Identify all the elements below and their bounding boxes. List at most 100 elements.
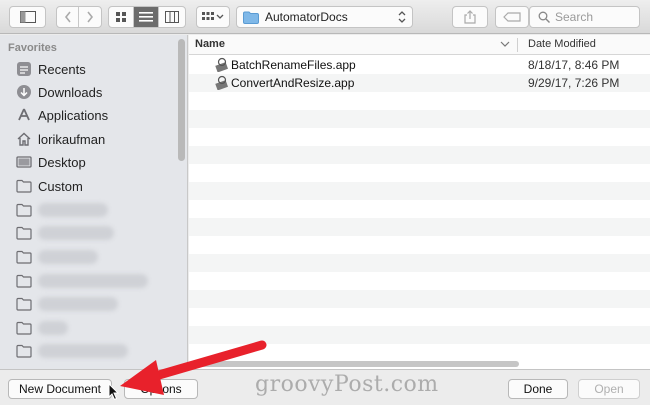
sidebar-item-redacted[interactable] — [16, 341, 32, 361]
redacted-label — [38, 344, 128, 358]
bottom-bar: groovyPost.com New Document Options Done… — [0, 369, 650, 405]
chevron-left-icon — [64, 11, 71, 23]
view-mode-control — [108, 6, 186, 28]
empty-row — [189, 128, 650, 146]
tag-icon — [503, 12, 521, 22]
automator-app-icon — [215, 57, 229, 72]
folder-icon — [16, 273, 32, 289]
chevron-right-icon — [87, 11, 94, 23]
watermark: groovyPost.com — [255, 372, 439, 397]
empty-row — [189, 236, 650, 254]
redacted-label — [38, 274, 148, 288]
sidebar-item-label: Applications — [38, 107, 109, 123]
redacted-label — [38, 226, 114, 240]
sidebar-item-redacted[interactable] — [16, 294, 32, 314]
sidebar-item-redacted[interactable] — [16, 247, 32, 267]
sidebar-section-title: Favorites — [8, 42, 57, 54]
column-view-button[interactable] — [159, 7, 184, 27]
empty-row — [189, 290, 650, 308]
column-divider[interactable] — [517, 38, 518, 52]
sidebar-scrollbar[interactable] — [178, 39, 185, 161]
sidebar-item-label: lorikaufman — [38, 131, 106, 147]
file-row[interactable]: ConvertAndResize.app 9/29/17, 7:26 PM — [189, 74, 650, 92]
column-date-header[interactable]: Date Modified — [528, 38, 596, 50]
empty-row — [189, 182, 650, 200]
options-button[interactable]: Options — [124, 379, 198, 399]
empty-row — [189, 344, 650, 362]
back-button[interactable] — [57, 7, 79, 27]
sidebar-item-redacted[interactable] — [16, 318, 32, 338]
sidebar-item-redacted[interactable] — [16, 200, 32, 220]
empty-row — [189, 146, 650, 164]
file-name: ConvertAndResize.app — [231, 76, 355, 90]
empty-row — [189, 272, 650, 290]
open-button[interactable]: Open — [578, 379, 640, 399]
sidebar-item-label: Desktop — [38, 154, 86, 170]
horizontal-scrollbar[interactable] — [189, 361, 519, 367]
empty-row — [189, 326, 650, 344]
open-file-dialog: AutomatorDocs Search Favorites Recents D… — [0, 0, 650, 405]
empty-row — [189, 218, 650, 236]
tag-button[interactable] — [495, 6, 529, 28]
search-field[interactable]: Search — [529, 6, 640, 28]
file-date: 9/29/17, 7:26 PM — [528, 76, 620, 90]
column-header: Name Date Modified — [189, 35, 650, 55]
list-icon — [139, 12, 153, 22]
icon-grid-icon — [116, 12, 126, 22]
done-button[interactable]: Done — [508, 379, 568, 399]
folder-icon — [16, 178, 32, 194]
redacted-label — [38, 250, 98, 264]
sidebar-item-label: Recents — [38, 61, 86, 77]
sidebar-icon — [19, 11, 36, 23]
toolbar: AutomatorDocs Search — [0, 0, 650, 34]
file-browser: Name Date Modified BatchRenameFiles.app … — [189, 35, 650, 369]
share-button[interactable] — [452, 6, 488, 28]
redacted-label — [38, 297, 118, 311]
columns-icon — [164, 11, 179, 23]
location-popup[interactable]: AutomatorDocs — [236, 6, 413, 28]
sidebar-item-label: Custom — [38, 178, 83, 194]
new-document-button[interactable]: New Document — [8, 379, 112, 399]
sidebar-item-home[interactable]: lorikaufman — [16, 129, 105, 149]
sidebar: Favorites Recents Downloads Applications… — [0, 35, 188, 369]
sidebar-item-redacted[interactable] — [16, 271, 32, 291]
folder-icon — [16, 296, 32, 312]
arrange-button[interactable] — [196, 6, 230, 28]
desktop-icon — [16, 154, 32, 170]
folder-icon — [16, 249, 32, 265]
folder-icon — [243, 11, 259, 24]
forward-button[interactable] — [79, 7, 101, 27]
applications-icon — [16, 107, 32, 123]
file-date: 8/18/17, 8:46 PM — [528, 58, 620, 72]
empty-row — [189, 308, 650, 326]
home-icon — [16, 131, 32, 147]
list-view-button[interactable] — [134, 7, 159, 27]
sidebar-item-applications[interactable]: Applications — [16, 105, 108, 125]
sidebar-item-recents[interactable]: Recents — [16, 59, 86, 79]
folder-icon — [16, 225, 32, 241]
sidebar-item-custom[interactable]: Custom — [16, 176, 83, 196]
downloads-icon — [16, 84, 32, 100]
sidebar-item-label: Downloads — [38, 84, 103, 100]
empty-row — [189, 110, 650, 128]
up-down-chevron-icon — [398, 11, 406, 23]
arrange-grid-icon — [202, 12, 224, 20]
empty-row — [189, 200, 650, 218]
redacted-label — [38, 321, 68, 335]
sidebar-item-desktop[interactable]: Desktop — [16, 152, 86, 172]
sidebar-toggle-button[interactable] — [9, 6, 46, 28]
empty-row — [189, 254, 650, 272]
empty-row — [189, 164, 650, 182]
share-icon — [464, 10, 476, 24]
folder-icon — [16, 320, 32, 336]
sidebar-item-redacted[interactable] — [16, 223, 32, 243]
empty-row — [189, 92, 650, 110]
sort-chevron-icon — [500, 41, 510, 47]
search-icon — [538, 11, 550, 23]
column-name-header[interactable]: Name — [195, 38, 225, 50]
icon-view-button[interactable] — [109, 7, 134, 27]
sidebar-item-downloads[interactable]: Downloads — [16, 82, 102, 102]
file-row[interactable]: BatchRenameFiles.app 8/18/17, 8:46 PM — [189, 56, 650, 74]
file-name: BatchRenameFiles.app — [231, 58, 356, 72]
mouse-pointer-icon — [108, 383, 120, 401]
